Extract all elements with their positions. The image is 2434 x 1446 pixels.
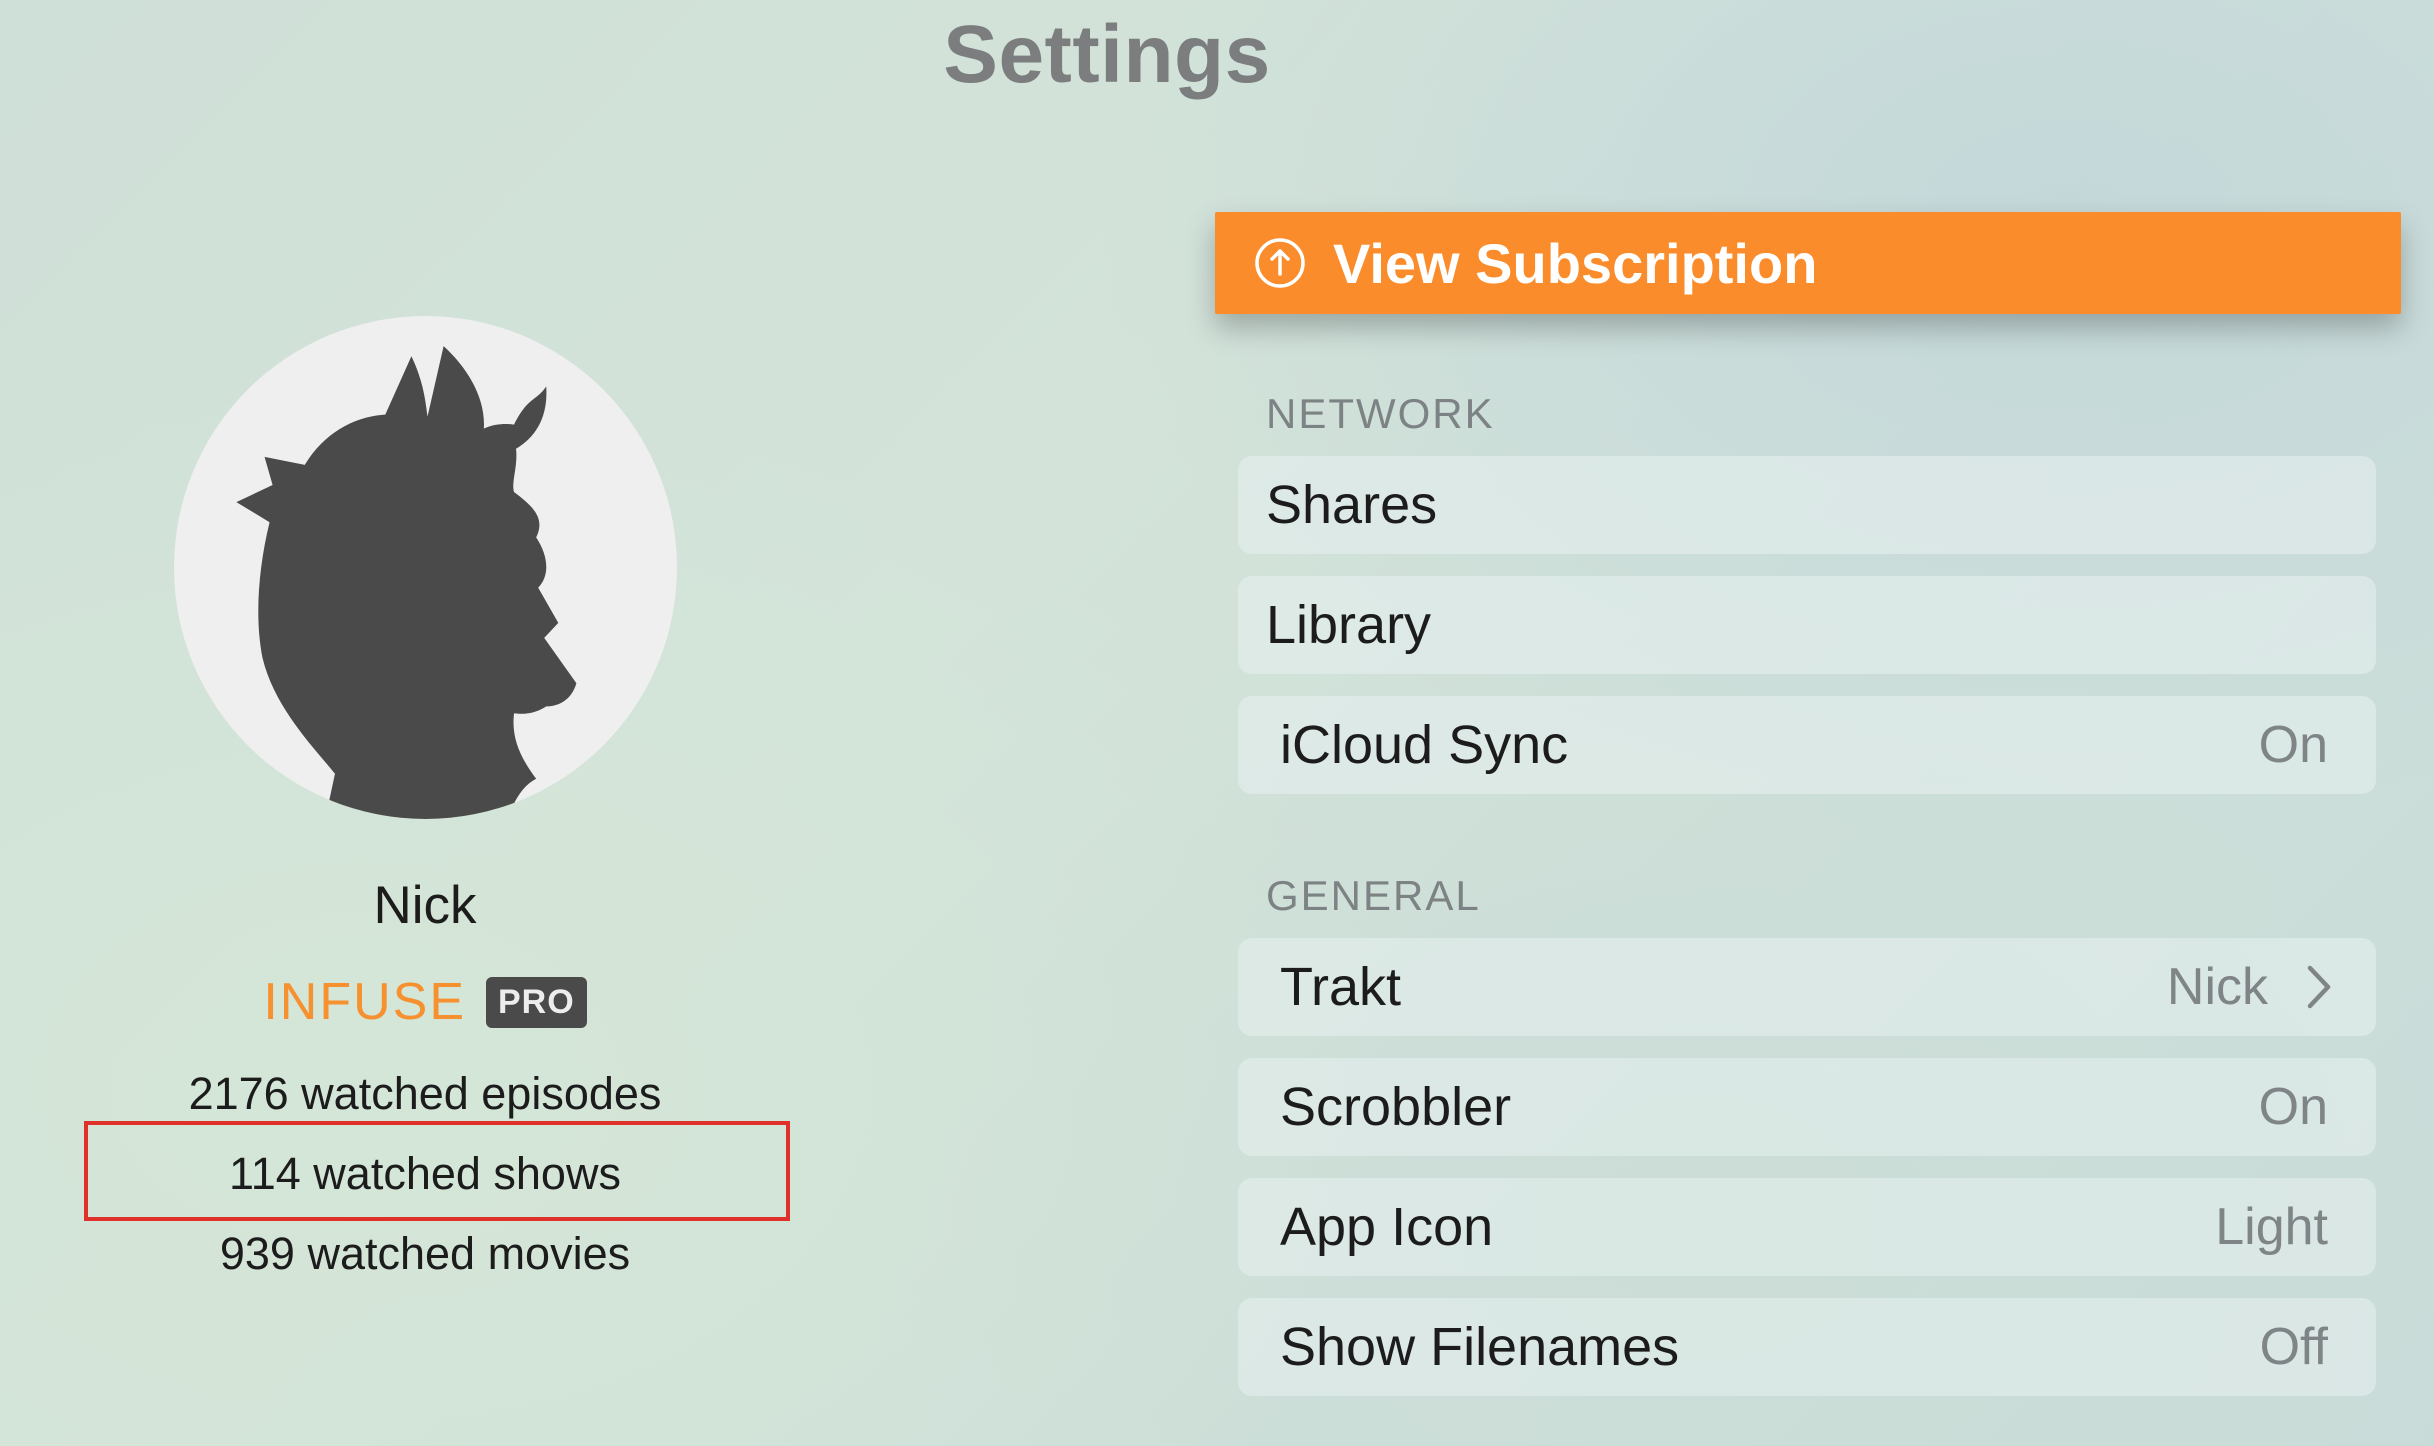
watched-episodes-stat: 2176 watched episodes (188, 1068, 662, 1119)
watched-movies-stat: 939 watched movies (219, 1228, 631, 1279)
row-label: Scrobbler (1280, 1077, 1512, 1137)
row-value: Nick (2166, 958, 2268, 1016)
settings-row-app-icon[interactable]: App Icon Light (1238, 1178, 2376, 1276)
user-name: Nick (373, 876, 477, 935)
row-label: Trakt (1280, 957, 1401, 1017)
settings-row-shares[interactable]: Shares (1238, 456, 2376, 554)
section-header-general: GENERAL (1266, 872, 1481, 919)
row-label: Library (1266, 595, 1432, 655)
settings-row-library[interactable]: Library (1238, 576, 2376, 674)
row-label: iCloud Sync (1280, 715, 1569, 775)
row-value: Off (2259, 1318, 2328, 1376)
row-label: Shares (1266, 475, 1438, 535)
chevron-right-icon (2307, 965, 2331, 1009)
view-subscription-label: View Subscription (1333, 231, 1818, 295)
pro-badge: PRO (486, 976, 587, 1028)
settings-row-scrobbler[interactable]: Scrobbler On (1238, 1058, 2376, 1156)
profile-panel: Nick INFUSE PRO 2176 watched episodes 11… (0, 0, 850, 1446)
settings-row-show-filenames[interactable]: Show Filenames Off (1238, 1298, 2376, 1396)
highlight-box (84, 1121, 790, 1221)
row-value: On (2258, 1078, 2328, 1136)
section-header-network: NETWORK (1266, 390, 1495, 437)
row-value: On (2258, 716, 2328, 774)
upgrade-arrow-icon (1255, 238, 1305, 288)
settings-row-icloud-sync[interactable]: iCloud Sync On (1238, 696, 2376, 794)
view-subscription-button[interactable]: View Subscription (1215, 212, 2401, 314)
settings-row-trakt[interactable]: Trakt Nick (1238, 938, 2376, 1036)
brand-badge-group: INFUSE PRO (0, 972, 850, 1032)
row-label: App Icon (1280, 1197, 1494, 1257)
row-value: Light (2215, 1198, 2328, 1256)
silhouette-avatar-icon (236, 346, 577, 819)
row-label: Show Filenames (1280, 1317, 1680, 1377)
avatar (174, 316, 677, 819)
brand-name: INFUSE (263, 973, 466, 1031)
